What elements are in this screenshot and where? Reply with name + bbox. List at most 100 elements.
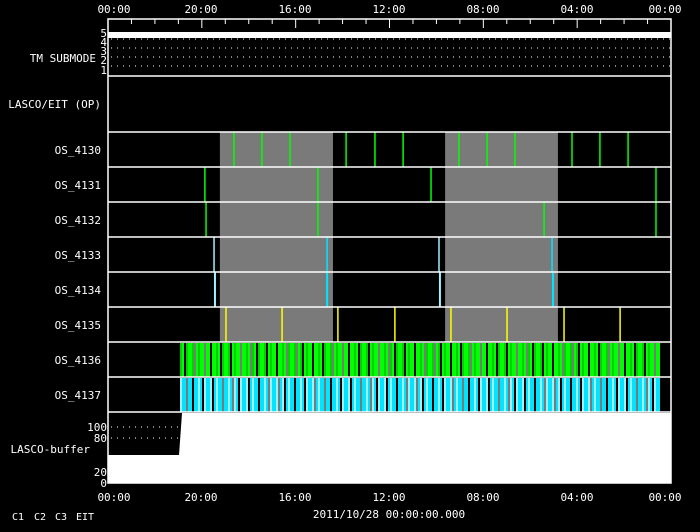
dense-event-mark	[316, 343, 318, 377]
dense-event-mark	[554, 343, 556, 377]
dense-event-mark	[194, 343, 196, 377]
dense-event-mark	[276, 343, 278, 377]
dense-event-mark	[632, 343, 634, 377]
dense-event-mark	[540, 378, 542, 412]
dense-event-mark	[508, 343, 510, 377]
dense-event-mark	[578, 378, 580, 412]
dense-event-mark	[344, 343, 346, 377]
dense-event-mark	[400, 378, 402, 412]
dense-event-mark	[586, 343, 588, 377]
dense-event-mark	[656, 378, 658, 412]
dense-event-mark	[288, 343, 290, 377]
dense-event-mark	[304, 378, 306, 412]
dense-event-mark	[232, 378, 234, 412]
dense-event-mark	[254, 378, 256, 412]
buffer-tick-label: 80	[94, 432, 107, 445]
bottom-axis-label: 04:00	[560, 491, 593, 504]
dense-event-mark	[346, 378, 348, 412]
dense-event-mark	[508, 378, 510, 412]
row-label-os_4133: OS_4133	[55, 249, 101, 262]
dense-event-mark	[630, 343, 632, 377]
dense-event-mark	[272, 343, 274, 377]
dense-event-mark	[574, 378, 576, 412]
dense-event-mark	[492, 378, 494, 412]
dense-event-mark	[594, 378, 596, 412]
dense-event-mark	[614, 378, 616, 412]
dense-event-mark	[386, 343, 388, 377]
dense-event-mark	[586, 378, 588, 412]
dense-event-mark	[440, 378, 442, 412]
dense-event-mark	[518, 343, 520, 377]
dense-event-mark	[190, 343, 192, 377]
dense-event-mark	[364, 343, 366, 377]
dense-event-mark	[544, 343, 546, 377]
dense-event-mark	[390, 343, 392, 377]
dense-event-mark	[626, 343, 628, 377]
dense-event-mark	[302, 343, 304, 377]
dense-event-mark	[468, 343, 470, 377]
dense-event-mark	[424, 378, 426, 412]
dense-event-mark	[548, 378, 550, 412]
dense-event-mark	[444, 378, 446, 412]
dense-event-mark	[520, 378, 522, 412]
dense-event-mark	[638, 378, 640, 412]
dense-event-mark	[186, 378, 188, 412]
dense-event-mark	[372, 378, 374, 412]
dense-event-mark	[286, 343, 288, 377]
dense-event-mark	[222, 378, 224, 412]
dense-event-mark	[566, 343, 568, 377]
dense-event-mark	[524, 378, 526, 412]
dense-event-mark	[566, 378, 568, 412]
dense-event-mark	[452, 343, 454, 377]
dense-event-mark	[204, 378, 206, 412]
dense-event-mark	[288, 378, 290, 412]
dense-event-mark	[496, 378, 498, 412]
dense-event-mark	[418, 343, 420, 377]
bottom-axis-label: 00:00	[648, 491, 681, 504]
dense-event-mark	[488, 343, 490, 377]
dense-event-mark	[216, 378, 218, 412]
dense-event-mark	[244, 378, 246, 412]
dense-event-mark	[316, 378, 318, 412]
dense-event-mark	[342, 343, 344, 377]
dense-event-mark	[542, 343, 544, 377]
dense-event-mark	[428, 378, 430, 412]
dense-event-mark	[482, 378, 484, 412]
dense-event-mark	[612, 378, 614, 412]
dense-event-mark	[220, 378, 222, 412]
dense-event-mark	[626, 378, 628, 412]
dense-event-mark	[234, 378, 236, 412]
dense-event-mark	[340, 378, 342, 412]
dense-event-mark	[472, 343, 474, 377]
dense-event-mark	[434, 343, 436, 377]
dense-event-mark	[414, 378, 416, 412]
lasco-eit-op-label: LASCO/EIT (OP)	[8, 98, 101, 111]
dense-event-mark	[358, 378, 360, 412]
dense-event-mark	[478, 343, 480, 377]
dense-event-mark	[212, 378, 214, 412]
dense-event-mark	[338, 378, 340, 412]
dense-event-mark	[344, 378, 346, 412]
dense-event-mark	[482, 343, 484, 377]
dense-event-mark	[380, 378, 382, 412]
dense-event-mark	[360, 378, 362, 412]
dense-event-mark	[438, 378, 440, 412]
dense-event-mark	[644, 343, 646, 377]
dense-event-mark	[510, 378, 512, 412]
dense-event-mark	[466, 378, 468, 412]
lasco-buffer-label: LASCO-buffer	[11, 443, 91, 456]
dense-event-mark	[554, 378, 556, 412]
dense-event-mark	[256, 343, 258, 377]
dense-event-mark	[270, 378, 272, 412]
dense-event-mark	[372, 343, 374, 377]
dense-event-mark	[466, 343, 468, 377]
dense-event-mark	[640, 378, 642, 412]
dense-event-mark	[422, 343, 424, 377]
dense-event-mark	[630, 378, 632, 412]
dense-event-mark	[532, 378, 534, 412]
dense-event-mark	[646, 378, 648, 412]
dense-event-mark	[376, 378, 378, 412]
legend-c3: C3	[55, 512, 67, 523]
dense-event-mark	[594, 343, 596, 377]
dense-event-mark	[540, 343, 542, 377]
